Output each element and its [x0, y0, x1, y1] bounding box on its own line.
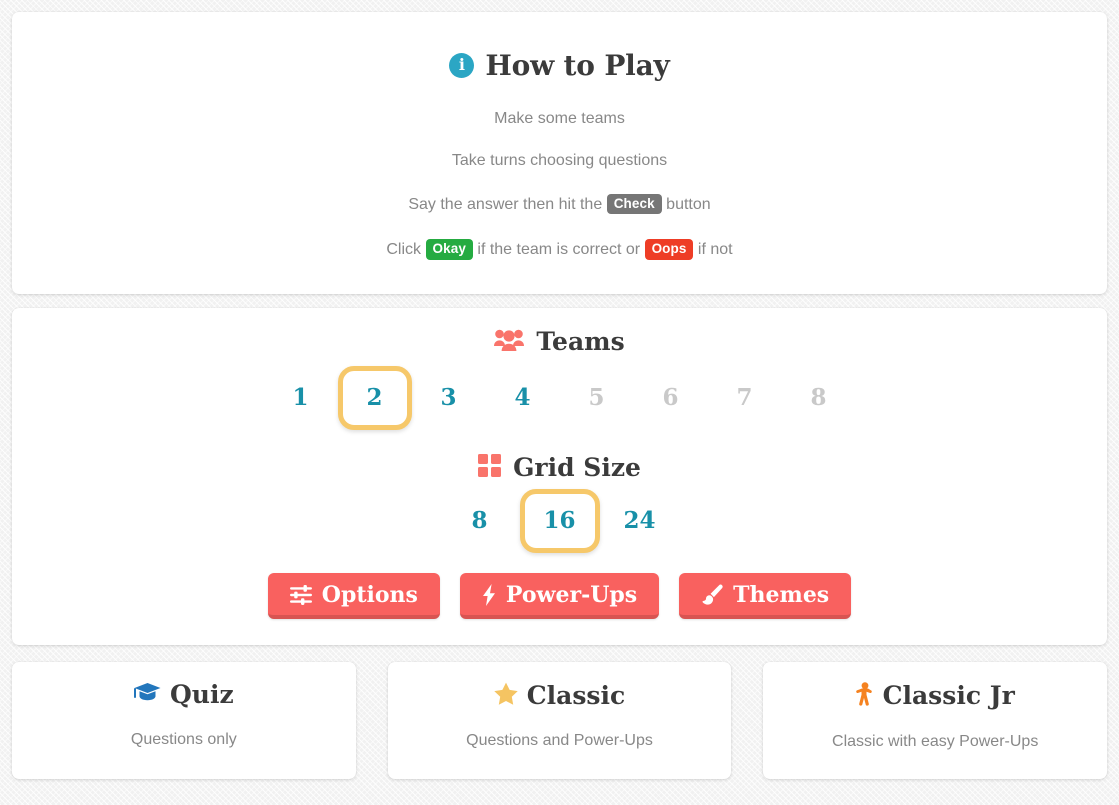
grid-size-section-title: Grid Size — [12, 452, 1107, 482]
mode-card-row: Quiz Questions only Classic Questions an… — [12, 661, 1108, 779]
teams-section-title: Teams — [12, 328, 1107, 356]
grid-option-8[interactable]: 8 — [440, 489, 520, 553]
check-badge: Check — [606, 193, 662, 215]
star-icon — [494, 682, 518, 709]
teams-option-7[interactable]: 7 — [708, 366, 782, 430]
users-group-icon — [494, 328, 525, 356]
mode-card-quiz[interactable]: Quiz Questions only — [12, 661, 356, 779]
step-1-text: Make some teams — [494, 109, 625, 127]
themes-button[interactable]: Themes — [679, 572, 852, 619]
teams-option-2[interactable]: 2 — [337, 365, 412, 430]
grid-option-16[interactable]: 16 — [519, 488, 600, 553]
step-3-text-pre: Say the answer then hit the — [408, 195, 603, 213]
mode-quiz-title-text: Quiz — [170, 680, 234, 710]
mode-classic-desc: Questions and Power-Ups — [466, 731, 653, 749]
oops-badge: Oops — [644, 239, 694, 260]
step-3-text-post: button — [666, 195, 711, 213]
mode-quiz-desc: Questions only — [130, 730, 237, 748]
step-4-text-mid: if the team is correct or — [477, 241, 641, 259]
how-to-play-step-2: Take turns choosing questions — [12, 138, 1107, 181]
teams-option-4[interactable]: 4 — [486, 366, 560, 430]
teams-option-6[interactable]: 6 — [634, 366, 708, 430]
sliders-icon — [289, 584, 312, 605]
mode-classic-jr-title-text: Classic Jr — [882, 681, 1015, 711]
how-to-play-card: i How to Play Make some teams Take turns… — [12, 12, 1107, 294]
paintbrush-icon — [701, 584, 723, 606]
app-root: i How to Play Make some teams Take turns… — [0, 0, 1119, 805]
how-to-play-step-3: Say the answer then hit the Check button — [12, 181, 1107, 227]
grid-size-option-row: 8 16 24 — [12, 488, 1107, 553]
mode-card-classic-jr[interactable]: Classic Jr Classic with easy Power-Ups — [763, 661, 1108, 779]
teams-option-8[interactable]: 8 — [782, 366, 856, 430]
power-ups-button[interactable]: Power-Ups — [459, 572, 660, 619]
grid-size-title-text: Grid Size — [513, 452, 641, 482]
step-4-text-pre: Click — [386, 241, 422, 259]
how-to-play-title-text: How to Play — [485, 48, 670, 82]
mode-card-classic[interactable]: Classic Questions and Power-Ups — [387, 661, 732, 779]
teams-title-text: Teams — [536, 327, 625, 357]
how-to-play-title: i How to Play — [12, 49, 1107, 82]
how-to-play-step-4: Click Okay if the team is correct or Oop… — [12, 226, 1107, 272]
info-circle-icon: i — [449, 52, 475, 78]
teams-option-row: 1 2 3 4 5 6 7 8 — [12, 365, 1107, 430]
setup-button-row: Options Power-Ups Themes — [12, 572, 1107, 619]
teams-option-3[interactable]: 3 — [412, 366, 486, 430]
lightning-bolt-icon — [482, 583, 496, 606]
mode-classic-jr-desc: Classic with easy Power-Ups — [832, 732, 1039, 750]
step-4-text-post: if not — [697, 241, 733, 259]
okay-badge: Okay — [425, 239, 473, 260]
grid-option-24[interactable]: 24 — [600, 489, 680, 553]
options-button-label: Options — [321, 581, 418, 608]
how-to-play-step-1: Make some teams — [12, 96, 1107, 139]
options-button[interactable]: Options — [267, 572, 440, 619]
graduation-cap-icon — [134, 682, 161, 708]
child-icon — [855, 682, 874, 710]
game-setup-card: Teams 1 2 3 4 5 6 7 8 Grid Size 8 16 24 … — [12, 307, 1107, 645]
mode-classic-title: Classic — [398, 682, 722, 709]
teams-option-5[interactable]: 5 — [560, 366, 634, 430]
mode-classic-jr-title: Classic Jr — [773, 682, 1097, 710]
step-2-text: Take turns choosing questions — [451, 152, 668, 170]
themes-button-label: Themes — [733, 581, 830, 608]
mode-quiz-title: Quiz — [22, 682, 346, 708]
teams-option-1[interactable]: 1 — [264, 366, 338, 430]
grid-squares-icon — [478, 453, 502, 481]
power-ups-button-label: Power-Ups — [505, 581, 638, 608]
mode-classic-title-text: Classic — [526, 680, 626, 710]
